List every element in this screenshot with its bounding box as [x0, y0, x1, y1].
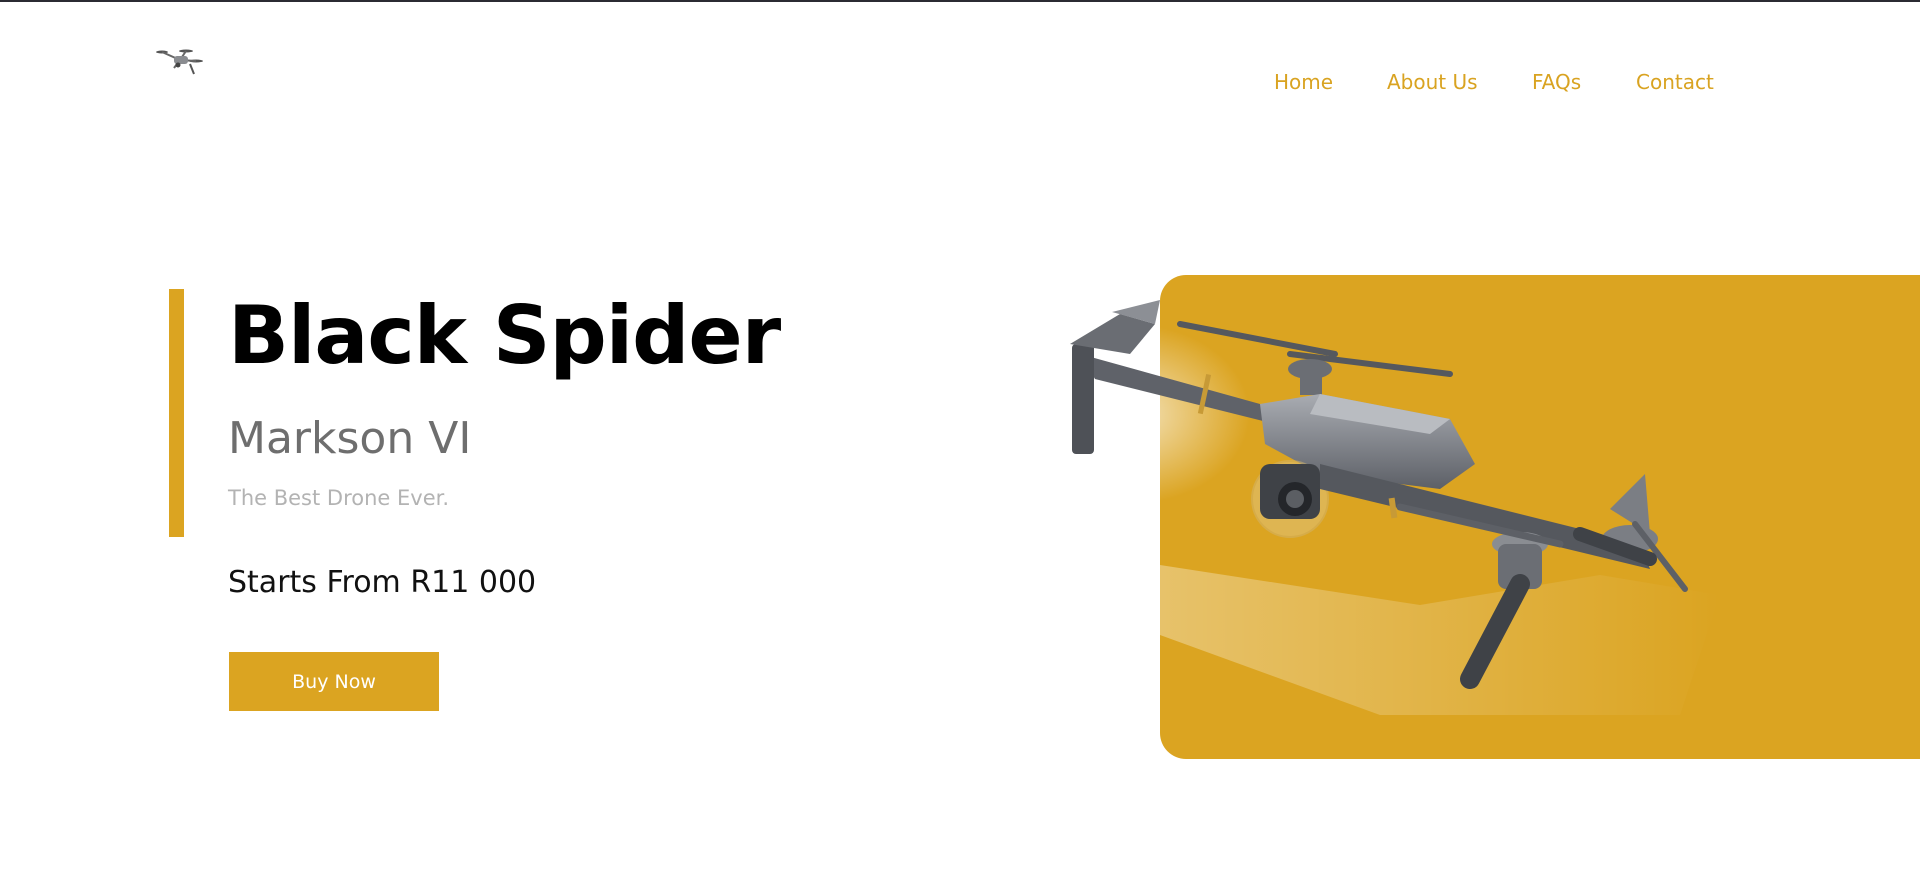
hero-accent-bar — [169, 289, 184, 537]
hero-price: Starts From R11 000 — [228, 565, 537, 600]
nav-home[interactable]: Home — [1274, 68, 1333, 96]
hero-subtitle: Markson VI — [228, 413, 472, 464]
nav-about-us[interactable]: About Us — [1387, 68, 1478, 96]
buy-now-button[interactable]: Buy Now — [229, 652, 439, 711]
hero-tagline: The Best Drone Ever. — [228, 486, 450, 510]
nav-faqs[interactable]: FAQs — [1532, 68, 1581, 96]
drone-logo-icon[interactable] — [156, 46, 204, 78]
hero-title: Black Spider — [228, 289, 781, 382]
top-border — [0, 0, 1920, 2]
nav-contact[interactable]: Contact — [1636, 68, 1714, 96]
drone-product-image — [1010, 284, 1720, 714]
